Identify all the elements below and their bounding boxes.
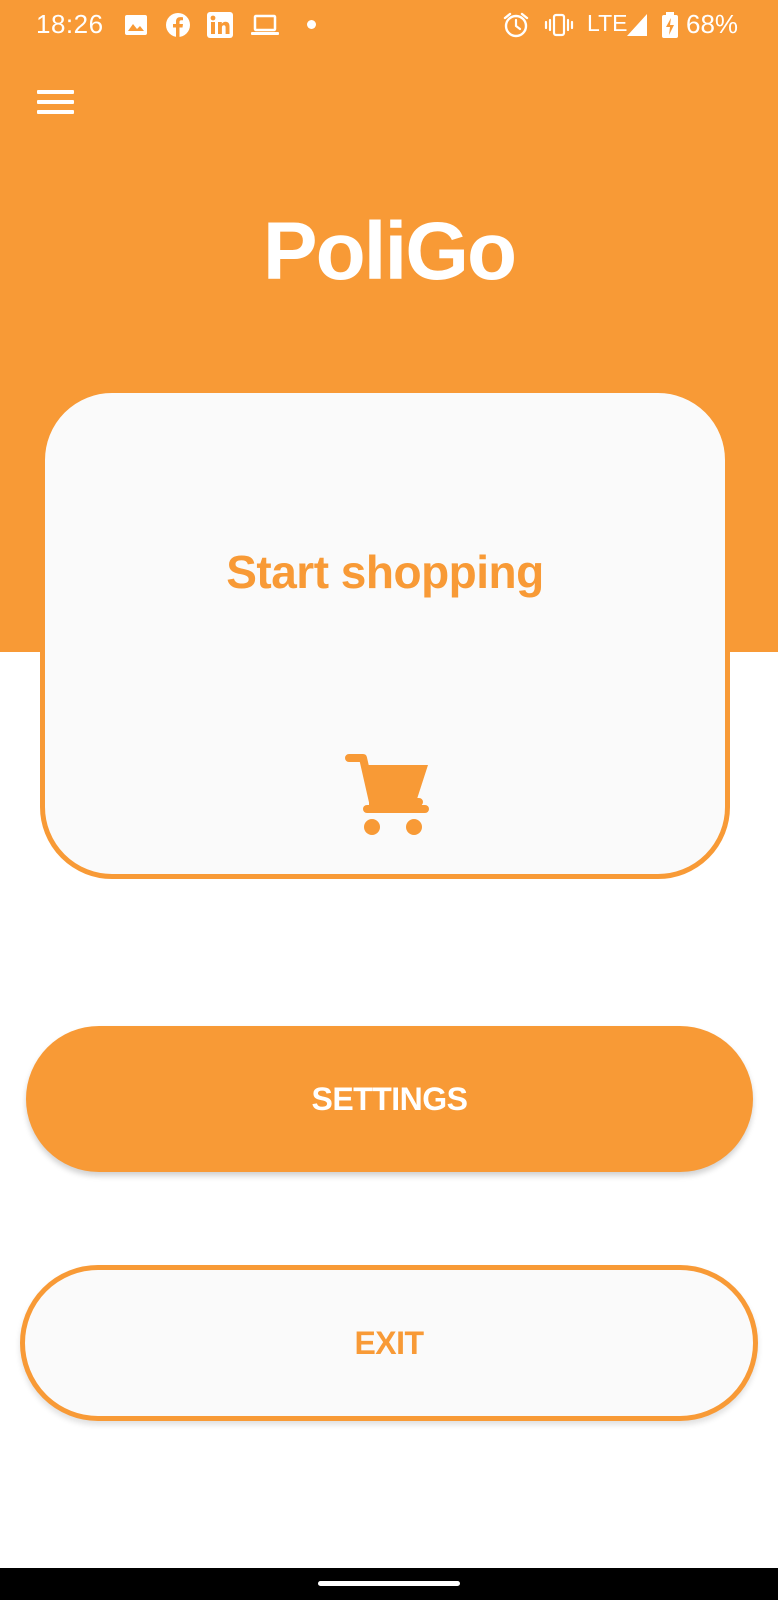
alarm-icon (502, 11, 530, 39)
linkedin-icon (206, 11, 234, 39)
vibrate-icon (544, 11, 574, 39)
start-shopping-card[interactable]: Start shopping (40, 388, 730, 879)
network-type: LTE (587, 10, 628, 36)
app-title: PoliGo (262, 206, 517, 297)
status-time: 18:26 (36, 9, 104, 39)
battery-percentage: 68% (686, 9, 739, 39)
shopping-cart-icon (345, 752, 435, 842)
hamburger-menu-icon[interactable] (30, 82, 80, 122)
status-bar: 18:26 LTE 68% (0, 0, 778, 50)
home-gesture-handle[interactable] (318, 1581, 460, 1586)
settings-button[interactable]: SETTINGS (26, 1026, 753, 1172)
facebook-icon (164, 11, 192, 39)
image-icon (122, 11, 150, 39)
signal-icon (625, 11, 653, 39)
battery-icon (660, 11, 688, 39)
system-navigation-bar (0, 1568, 778, 1600)
start-shopping-label: Start shopping (226, 546, 544, 598)
exit-button[interactable]: EXIT (20, 1265, 758, 1421)
more-notifications-dot (307, 20, 316, 29)
laptop-icon (250, 11, 279, 39)
